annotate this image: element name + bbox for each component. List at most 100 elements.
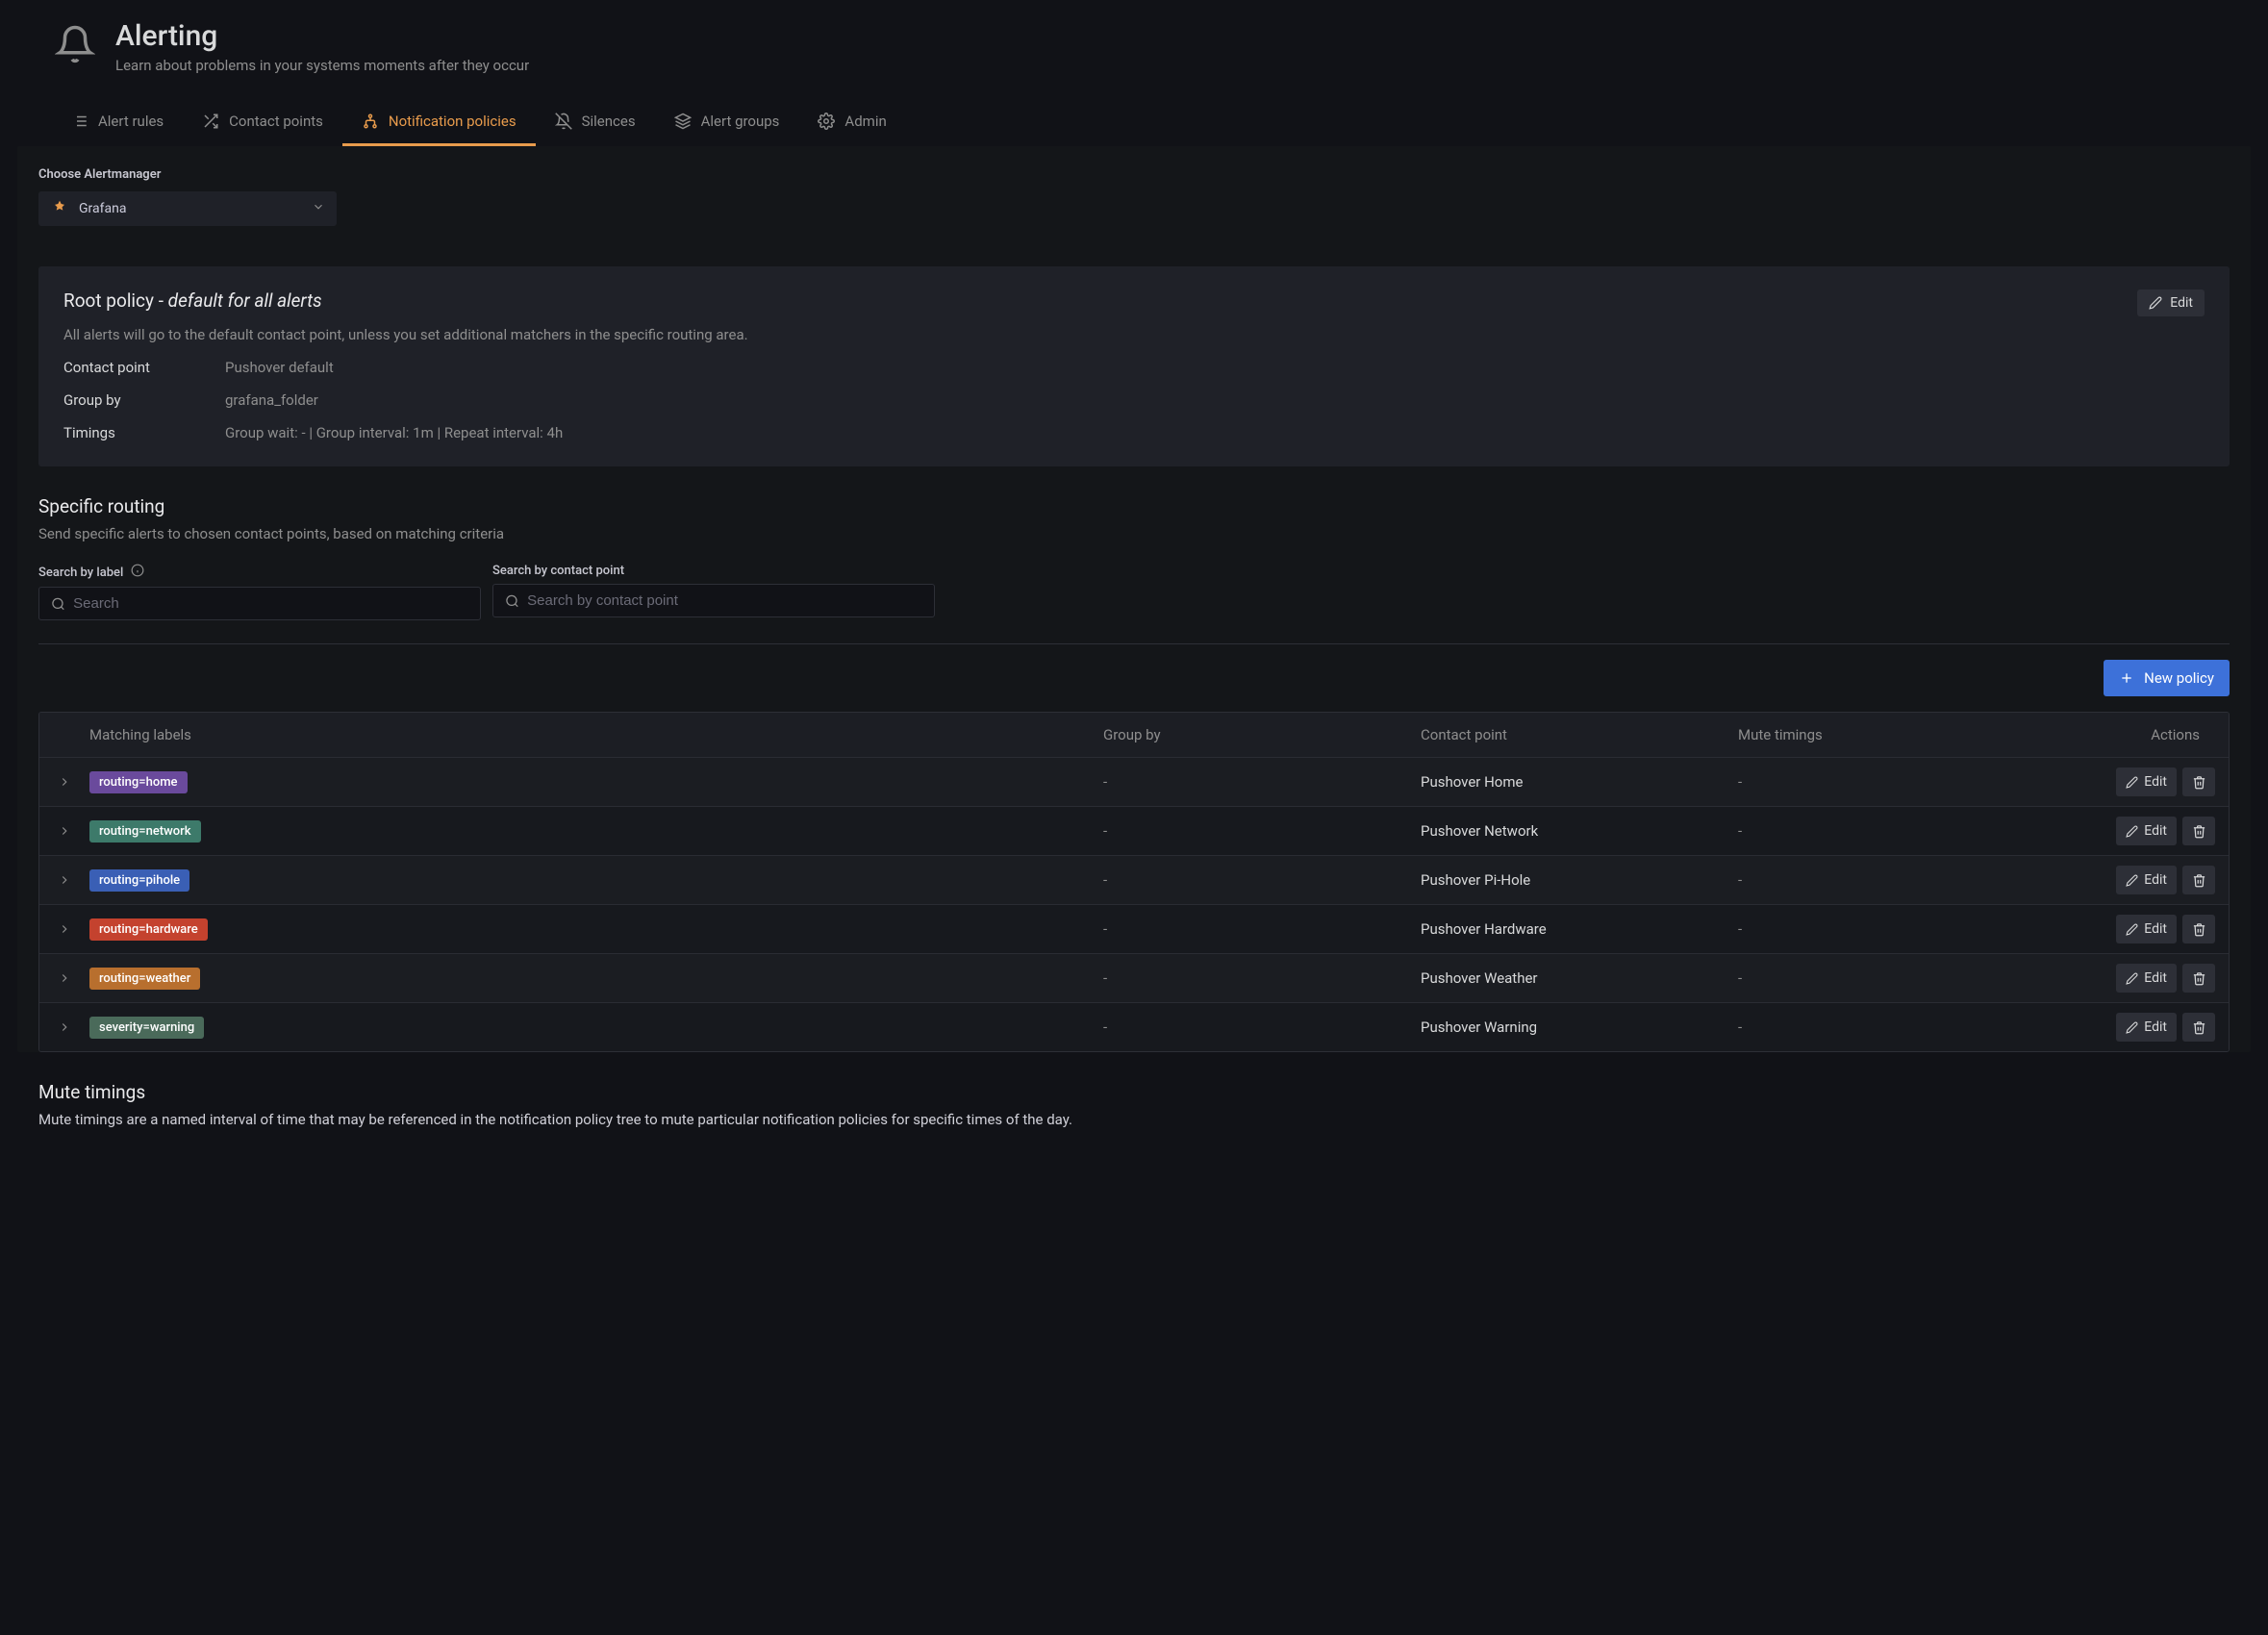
contact-point-cell: Pushover Weather bbox=[1421, 969, 1738, 987]
trash-icon bbox=[2192, 824, 2206, 839]
search-by-label-input[interactable] bbox=[73, 595, 468, 612]
matching-label-badge: severity=warning bbox=[89, 1017, 204, 1039]
timings-label: Timings bbox=[63, 424, 225, 441]
search-icon bbox=[51, 596, 65, 612]
table-row: routing=weather - Pushover Weather - Edi… bbox=[39, 953, 2229, 1002]
pencil-icon bbox=[2126, 1021, 2138, 1034]
content-wrap: Choose Alertmanager Grafana Root policy … bbox=[17, 146, 2251, 1052]
expand-row[interactable] bbox=[39, 824, 89, 838]
expand-row[interactable] bbox=[39, 971, 89, 985]
root-title-italic: default for all alerts bbox=[168, 289, 322, 312]
delete-policy-button[interactable] bbox=[2182, 817, 2215, 845]
expand-row[interactable] bbox=[39, 775, 89, 789]
root-title-prefix: Root policy - bbox=[63, 289, 168, 312]
contact-point-cell: Pushover Warning bbox=[1421, 1019, 1738, 1036]
chevron-right-icon bbox=[58, 1020, 71, 1034]
alertmanager-select[interactable]: Grafana bbox=[38, 191, 337, 226]
matching-label-badge: routing=network bbox=[89, 820, 201, 843]
delete-policy-button[interactable] bbox=[2182, 1013, 2215, 1042]
trash-icon bbox=[2192, 873, 2206, 888]
new-policy-button[interactable]: New policy bbox=[2104, 660, 2230, 696]
edit-label: Edit bbox=[2144, 872, 2167, 888]
table-row: routing=home - Pushover Home - Edit bbox=[39, 757, 2229, 806]
tab-label: Notification policies bbox=[389, 113, 517, 130]
contact-point-cell: Pushover Pi-Hole bbox=[1421, 871, 1738, 889]
edit-label: Edit bbox=[2144, 823, 2167, 839]
contact-point-value: Pushover default bbox=[225, 359, 334, 376]
search-by-cp-label: Search by contact point bbox=[492, 564, 624, 578]
table-row: routing=pihole - Pushover Pi-Hole - Edit bbox=[39, 855, 2229, 904]
pencil-icon bbox=[2126, 776, 2138, 789]
search-by-cp-input[interactable] bbox=[527, 592, 922, 609]
tab-alert-groups[interactable]: Alert groups bbox=[655, 101, 799, 146]
edit-policy-button[interactable]: Edit bbox=[2116, 915, 2177, 943]
edit-policy-button[interactable]: Edit bbox=[2116, 1013, 2177, 1042]
chevron-right-icon bbox=[58, 775, 71, 789]
root-edit-button[interactable]: Edit bbox=[2137, 289, 2205, 316]
search-by-label-input-wrap[interactable] bbox=[38, 587, 481, 620]
groupby-cell: - bbox=[1103, 773, 1421, 791]
matching-label-badge: routing=weather bbox=[89, 968, 200, 990]
edit-label: Edit bbox=[2170, 295, 2193, 311]
mute-cell: - bbox=[1738, 1019, 2055, 1036]
tabs: Alert rules Contact points Notification … bbox=[0, 101, 2268, 146]
chevron-right-icon bbox=[58, 873, 71, 887]
edit-label: Edit bbox=[2144, 774, 2167, 790]
search-by-cp-input-wrap[interactable] bbox=[492, 584, 935, 617]
expand-row[interactable] bbox=[39, 922, 89, 936]
chevron-right-icon bbox=[58, 922, 71, 936]
expand-row[interactable] bbox=[39, 873, 89, 887]
root-policy-card: Root policy - default for all alerts Edi… bbox=[38, 266, 2230, 466]
tab-label: Silences bbox=[582, 113, 636, 130]
mute-cell: - bbox=[1738, 871, 2055, 889]
table-row: severity=warning - Pushover Warning - Ed… bbox=[39, 1002, 2229, 1051]
groupby-cell: - bbox=[1103, 1019, 1421, 1036]
edit-policy-button[interactable]: Edit bbox=[2116, 866, 2177, 894]
edit-policy-button[interactable]: Edit bbox=[2116, 817, 2177, 845]
pencil-icon bbox=[2126, 972, 2138, 985]
mute-cell: - bbox=[1738, 822, 2055, 840]
mute-timings-desc: Mute timings are a named interval of tim… bbox=[17, 1111, 2251, 1128]
tab-label: Contact points bbox=[229, 113, 323, 130]
pencil-icon bbox=[2126, 825, 2138, 838]
tab-contact-points[interactable]: Contact points bbox=[183, 101, 342, 146]
trash-icon bbox=[2192, 971, 2206, 986]
trash-icon bbox=[2192, 1020, 2206, 1035]
page-subtitle: Learn about problems in your systems mom… bbox=[115, 57, 529, 74]
grafana-icon bbox=[50, 199, 69, 218]
tab-admin[interactable]: Admin bbox=[798, 101, 905, 146]
mute-cell: - bbox=[1738, 773, 2055, 791]
groupby-cell: - bbox=[1103, 969, 1421, 987]
col-matching: Matching labels bbox=[89, 726, 1103, 743]
new-policy-label: New policy bbox=[2144, 669, 2214, 687]
edit-policy-button[interactable]: Edit bbox=[2116, 964, 2177, 993]
search-icon bbox=[505, 593, 519, 609]
delete-policy-button[interactable] bbox=[2182, 964, 2215, 993]
info-icon[interactable] bbox=[131, 564, 144, 581]
contact-point-label: Contact point bbox=[63, 359, 225, 376]
specific-routing-title: Specific routing bbox=[38, 495, 2230, 517]
tab-label: Admin bbox=[844, 113, 886, 130]
divider bbox=[38, 643, 2230, 644]
contact-point-cell: Pushover Network bbox=[1421, 822, 1738, 840]
delete-policy-button[interactable] bbox=[2182, 767, 2215, 796]
pencil-icon bbox=[2126, 923, 2138, 936]
col-actions: Actions bbox=[2055, 726, 2229, 743]
chevron-down-icon bbox=[312, 200, 325, 217]
specific-routing-desc: Send specific alerts to chosen contact p… bbox=[38, 525, 2230, 542]
tab-label: Alert groups bbox=[701, 113, 780, 130]
table-row: routing=hardware - Pushover Hardware - E… bbox=[39, 904, 2229, 953]
choose-alertmanager-label: Choose Alertmanager bbox=[38, 167, 2230, 182]
table-row: routing=network - Pushover Network - Edi… bbox=[39, 806, 2229, 855]
expand-row[interactable] bbox=[39, 1020, 89, 1034]
delete-policy-button[interactable] bbox=[2182, 915, 2215, 943]
delete-policy-button[interactable] bbox=[2182, 866, 2215, 894]
tab-silences[interactable]: Silences bbox=[536, 101, 655, 146]
contact-point-cell: Pushover Home bbox=[1421, 773, 1738, 791]
tab-alert-rules[interactable]: Alert rules bbox=[52, 101, 183, 146]
tab-notification-policies[interactable]: Notification policies bbox=[342, 101, 536, 146]
timings-value: Group wait: - | Group interval: 1m | Rep… bbox=[225, 424, 563, 441]
edit-policy-button[interactable]: Edit bbox=[2116, 767, 2177, 796]
groupby-label: Group by bbox=[63, 391, 225, 409]
alertmanager-selected-value: Grafana bbox=[79, 201, 126, 216]
